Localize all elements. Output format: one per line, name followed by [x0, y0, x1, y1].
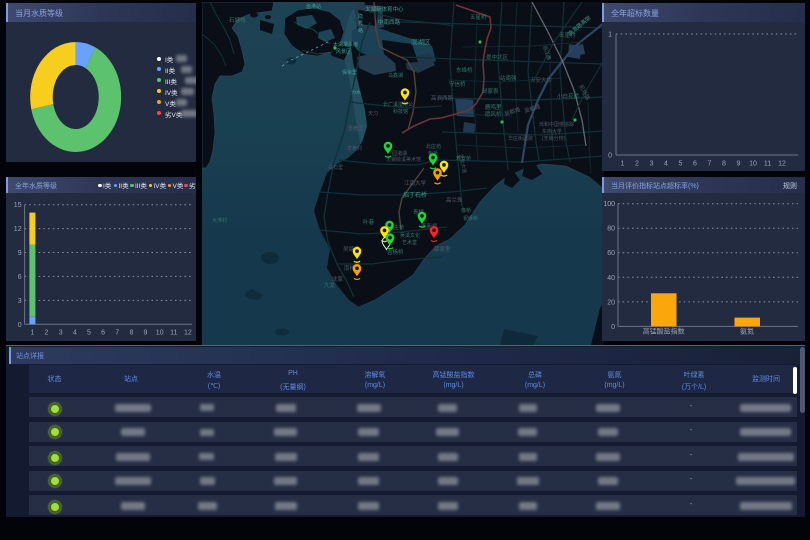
svg-text:景中北区: 景中北区	[486, 53, 509, 61]
svg-text:0: 0	[611, 324, 615, 331]
svg-text:太湖新体育中心: 太湖新体育中心	[365, 5, 404, 13]
svg-text:天习: 天习	[368, 111, 378, 117]
svg-text:高锰酸盐指数: 高锰酸盐指数	[643, 327, 685, 336]
svg-text:白石里: 白石里	[328, 164, 343, 171]
svg-text:石塘栈: 石塘栈	[229, 16, 246, 24]
svg-text:2: 2	[635, 161, 639, 168]
svg-text:60: 60	[607, 250, 615, 257]
svg-text:五星桥: 五星桥	[470, 13, 487, 21]
svg-text:长广溪湿地公: 长广溪湿地公	[383, 101, 413, 108]
svg-text:9: 9	[144, 330, 148, 337]
svg-text:羊桅村: 羊桅村	[347, 145, 362, 152]
svg-text:7: 7	[115, 330, 119, 337]
svg-text:秀: 秀	[358, 20, 363, 27]
svg-text:9: 9	[737, 161, 741, 168]
svg-text:1: 1	[621, 161, 625, 168]
svg-text:九龙: 九龙	[324, 281, 336, 289]
svg-text:2: 2	[45, 330, 49, 337]
svg-text:沈家: 沈家	[332, 275, 344, 283]
svg-text:0: 0	[18, 322, 22, 329]
svg-text:8: 8	[722, 161, 726, 168]
svg-text:江南大学: 江南大学	[404, 179, 427, 187]
svg-text:3: 3	[650, 161, 654, 168]
svg-text:为水: 为水	[351, 89, 361, 96]
svg-text:北庄坊: 北庄坊	[426, 143, 441, 150]
svg-text:祝缘桥: 祝缘桥	[463, 215, 478, 222]
svg-text:大浮村: 大浮村	[212, 217, 227, 224]
svg-text:20: 20	[607, 299, 615, 306]
svg-text:无锡绘溪美术馆: 无锡绘溪美术馆	[386, 156, 421, 163]
svg-text:7: 7	[708, 161, 712, 168]
svg-text:五墨村: 五墨村	[559, 31, 576, 39]
svg-text:保余里: 保余里	[342, 69, 357, 76]
svg-text:3: 3	[18, 298, 22, 305]
svg-text:太湖鼋头渚: 太湖鼋头渚	[333, 41, 358, 48]
svg-text:10: 10	[156, 330, 164, 337]
svg-text:路: 路	[358, 27, 363, 34]
svg-text:天安大桥: 天安大桥	[530, 76, 553, 84]
svg-text:科技馆: 科技馆	[393, 108, 408, 115]
svg-text:招丁石桥: 招丁石桥	[403, 191, 427, 199]
svg-text:15: 15	[14, 202, 22, 209]
svg-text:11: 11	[764, 161, 771, 168]
svg-text:11: 11	[170, 330, 177, 337]
svg-text:站南强: 站南强	[500, 74, 517, 82]
svg-text:12: 12	[778, 161, 786, 168]
svg-text:风景区: 风景区	[336, 48, 351, 55]
svg-text:0: 0	[608, 153, 612, 160]
svg-text:重桅里: 重桅里	[348, 125, 363, 132]
svg-text:守信桥: 守信桥	[449, 80, 466, 88]
svg-text:3: 3	[59, 330, 63, 337]
svg-text:40: 40	[607, 275, 615, 282]
svg-text:东南大学: 东南大学	[542, 128, 562, 135]
svg-text:烁和中国慢追踪: 烁和中国慢追踪	[539, 121, 574, 128]
svg-text:艺术堂: 艺术堂	[402, 239, 417, 246]
svg-text:中南西路: 中南西路	[378, 18, 401, 26]
svg-text:滨湖区: 滨湖区	[411, 37, 431, 46]
svg-text:愿风桥: 愿风桥	[485, 110, 502, 118]
svg-text:12: 12	[184, 330, 192, 337]
svg-text:华庄街副院: 华庄街副院	[508, 135, 533, 142]
svg-text:薛家里: 薛家里	[434, 245, 451, 253]
svg-text:氨氮: 氨氮	[740, 327, 754, 336]
svg-text:高兰珠: 高兰珠	[446, 196, 463, 204]
svg-text:邱家表: 邱家表	[482, 87, 499, 95]
svg-text:4: 4	[664, 161, 668, 168]
svg-text:5: 5	[87, 330, 91, 337]
svg-text:高浪西路: 高浪西路	[431, 94, 454, 102]
svg-text:渔港站: 渔港站	[306, 3, 321, 10]
svg-text:8: 8	[129, 330, 133, 337]
svg-text:100: 100	[603, 201, 615, 208]
svg-text:像桥: 像桥	[461, 207, 471, 214]
svg-text:吴溪文化: 吴溪文化	[400, 232, 420, 239]
svg-text:4: 4	[73, 330, 77, 337]
svg-text:9: 9	[18, 250, 22, 257]
svg-text:东绛桥: 东绛桥	[456, 66, 473, 74]
svg-text:小白花桥: 小白花桥	[557, 92, 580, 100]
svg-text:乌鑫湖: 乌鑫湖	[388, 72, 403, 79]
svg-text:1: 1	[608, 32, 612, 39]
svg-text:寿安桥: 寿安桥	[456, 155, 471, 162]
svg-text:1: 1	[30, 330, 34, 337]
svg-text:5: 5	[679, 161, 683, 168]
svg-text:6: 6	[18, 274, 22, 281]
svg-text:(无锡分校): (无锡分校)	[542, 135, 566, 142]
svg-text:6: 6	[101, 330, 105, 337]
svg-text:雁鸣里: 雁鸣里	[485, 103, 502, 111]
svg-text:隐: 隐	[358, 13, 363, 20]
svg-text:10: 10	[749, 161, 757, 168]
svg-text:6: 6	[693, 161, 697, 168]
svg-text:园渚湖: 园渚湖	[392, 150, 407, 157]
svg-text:12: 12	[14, 226, 22, 233]
svg-text:叶巷: 叶巷	[363, 218, 375, 226]
svg-text:80: 80	[607, 226, 615, 233]
